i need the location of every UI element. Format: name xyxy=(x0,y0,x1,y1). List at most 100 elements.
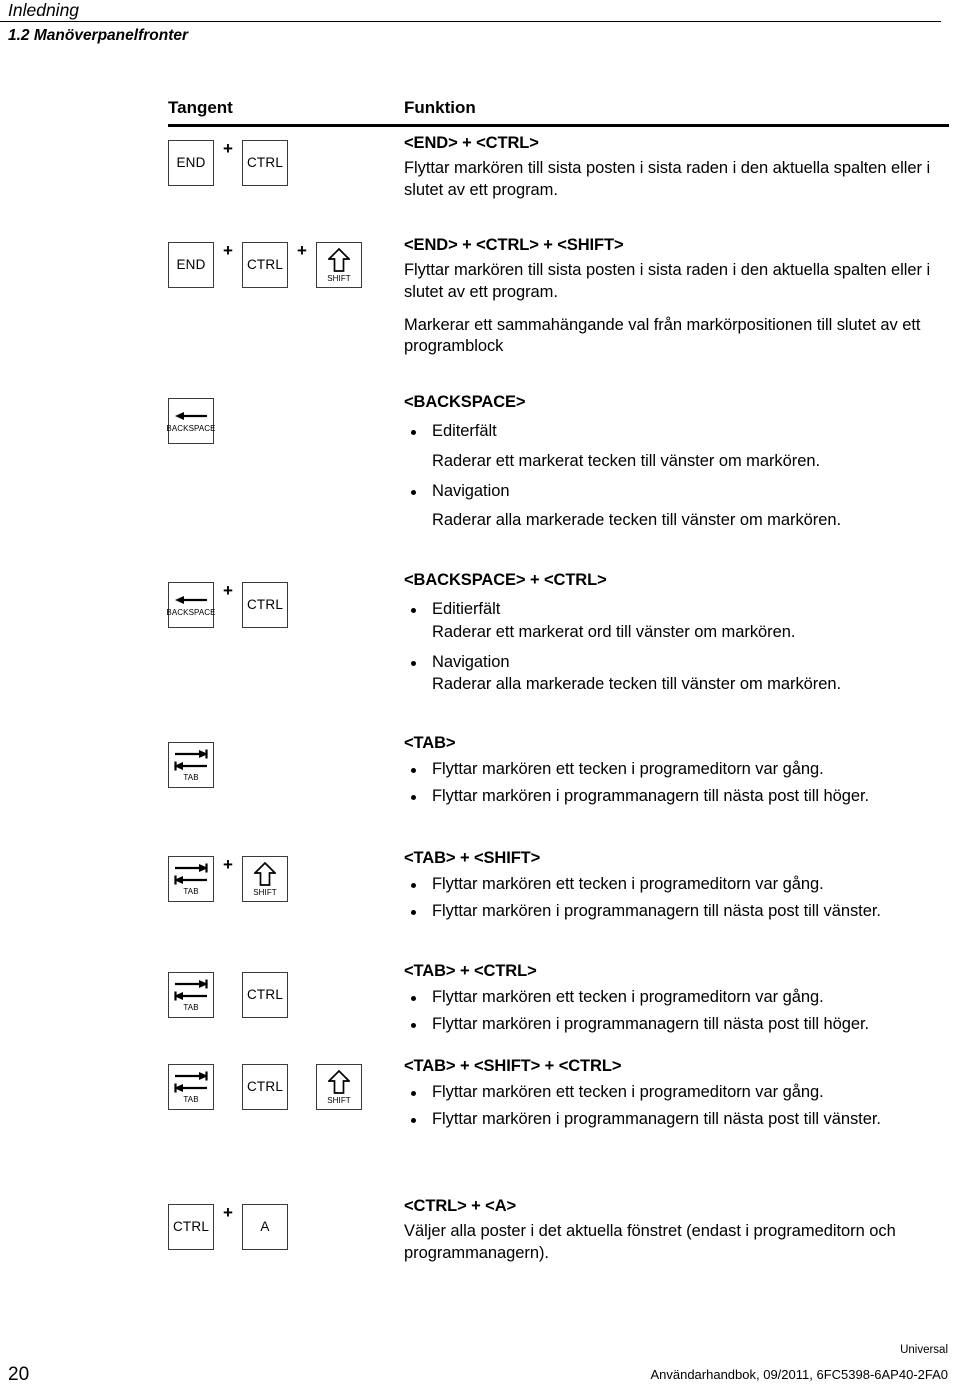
function-bullet-detail: Raderar alla markerade tecken till vänst… xyxy=(432,511,842,530)
function-bullet: Editierfält xyxy=(404,599,952,621)
key-end-key: END xyxy=(168,140,214,186)
function-bullet: Editerfält xyxy=(404,421,952,443)
key-a-key: A xyxy=(242,1204,288,1250)
key-shift-key: SHIFT xyxy=(242,856,288,902)
header-divider xyxy=(0,21,941,22)
function-title: <END> + <CTRL> + <SHIFT> xyxy=(404,236,624,254)
function-bullet: Flyttar markören ett tecken i programedi… xyxy=(404,759,952,781)
key-combination: TAB CTRL xyxy=(168,972,288,1018)
function-bullet: Flyttar markören i programmanagern till … xyxy=(404,1109,952,1131)
plus-separator-icon: + xyxy=(297,241,307,260)
key-tab-key: TAB xyxy=(168,1064,214,1110)
function-title: <TAB> + <CTRL> xyxy=(404,962,537,980)
function-bullet-detail: Raderar alla markerade tecken till vänst… xyxy=(432,675,842,694)
key-caption: BACKSPACE xyxy=(166,423,216,433)
key-shift-key: SHIFT xyxy=(316,1064,362,1110)
function-paragraph: Väljer alla poster i det aktuella fönstr… xyxy=(404,1221,896,1262)
key-caption: TAB xyxy=(183,1002,199,1012)
key-backspace-key: BACKSPACE xyxy=(166,398,216,444)
key-ctrl-key: CTRL xyxy=(242,140,288,186)
function-bullet: Navigation xyxy=(404,652,952,674)
plus-separator-icon: + xyxy=(223,581,233,600)
key-backspace-key: BACKSPACE xyxy=(166,582,216,628)
footer-universal-label: Universal xyxy=(900,1344,948,1356)
key-caption: TAB xyxy=(183,772,199,782)
key-caption: A xyxy=(260,1219,270,1235)
function-description: <TAB> + <CTRL> Flyttar markören ett tecke… xyxy=(404,961,952,1036)
header-chapter-title: Inledning xyxy=(8,0,80,20)
function-title: <BACKSPACE> xyxy=(404,393,526,411)
function-title: <BACKSPACE> + <CTRL> xyxy=(404,571,607,589)
key-ctrl-key: CTRL xyxy=(242,1064,288,1110)
function-paragraph: Flyttar markören till sista posten i sis… xyxy=(404,260,931,301)
plus-separator-icon: + xyxy=(223,1203,233,1222)
key-combination: BACKSPACE + CTRL xyxy=(166,581,288,628)
plus-separator-icon: + xyxy=(223,139,233,158)
function-bullet: Flyttar markören i programmanagern till … xyxy=(404,1014,952,1036)
key-combination: BACKSPACE xyxy=(166,398,216,444)
key-caption: TAB xyxy=(183,886,199,896)
key-combination: CTRL + A xyxy=(168,1204,288,1250)
key-tab-arrow-icon xyxy=(172,863,210,885)
key-combination: END + CTRL + SHIFT xyxy=(168,242,362,288)
key-tab-arrow-icon xyxy=(172,1071,210,1093)
function-paragraph: Markerar ett sammahängande val från mark… xyxy=(404,315,921,356)
key-ctrl-key: CTRL xyxy=(242,582,288,628)
key-caption: CTRL xyxy=(246,987,284,1003)
key-caption: BACKSPACE xyxy=(166,607,216,617)
key-shift-arrow-icon xyxy=(254,861,276,886)
key-combination: END + CTRL xyxy=(168,140,288,186)
key-ctrl-key: CTRL xyxy=(242,242,288,288)
footer-page-number: 20 xyxy=(8,1364,30,1385)
function-bullet: Flyttar markören i programmanagern till … xyxy=(404,901,952,923)
function-title: <TAB> + <SHIFT> + <CTRL> xyxy=(404,1057,622,1075)
column-header-funktion: Funktion xyxy=(404,98,476,117)
key-backspace-arrow-icon xyxy=(173,594,209,606)
key-shift-arrow-icon xyxy=(328,247,350,272)
key-tab-key: TAB xyxy=(168,856,214,902)
key-tab-arrow-icon xyxy=(172,749,210,771)
key-caption: CTRL xyxy=(172,1219,210,1235)
key-caption: SHIFT xyxy=(327,273,351,283)
function-title: <TAB> xyxy=(404,734,456,752)
key-caption: CTRL xyxy=(246,1079,284,1095)
key-caption: END xyxy=(176,257,206,273)
plus-separator-icon: + xyxy=(223,855,233,874)
function-title: <END> + <CTRL> xyxy=(404,134,539,152)
function-bullet: Flyttar markören ett tecken i programedi… xyxy=(404,987,952,1009)
key-tab-arrow-icon xyxy=(172,979,210,1001)
function-description: <TAB> + <SHIFT> Flyttar markören ett teck… xyxy=(404,848,952,923)
key-caption: CTRL xyxy=(246,155,284,171)
function-description: <TAB> + <SHIFT> + <CTRL> Flyttar markören… xyxy=(404,1056,952,1131)
key-caption: CTRL xyxy=(246,257,284,273)
key-tab-key: TAB xyxy=(168,742,214,788)
function-title: <CTRL> + <A> xyxy=(404,1197,517,1215)
function-title: <TAB> + <SHIFT> xyxy=(404,849,541,867)
table-header-divider xyxy=(168,124,949,127)
key-shift-arrow-icon xyxy=(328,1069,350,1094)
key-caption: SHIFT xyxy=(253,887,277,897)
key-caption: END xyxy=(176,155,206,171)
plus-separator-icon: + xyxy=(223,241,233,260)
key-combination: TAB xyxy=(168,742,214,788)
key-combination: TAB CTRL SHIFT xyxy=(168,1064,362,1110)
function-bullet: Navigation xyxy=(404,481,952,503)
key-caption: CTRL xyxy=(246,597,284,613)
column-header-tangent: Tangent xyxy=(168,98,233,117)
function-bullet: Flyttar markören ett tecken i programedi… xyxy=(404,874,952,896)
function-bullet-detail: Raderar ett markerat ord till vänster om… xyxy=(432,622,796,641)
key-caption: SHIFT xyxy=(327,1095,351,1105)
function-description: <END> + <CTRL> Flyttar markören till sist… xyxy=(404,133,952,202)
function-description: <CTRL> + <A> Väljer alla poster i det akt… xyxy=(404,1196,952,1265)
key-end-key: END xyxy=(168,242,214,288)
key-caption: TAB xyxy=(183,1094,199,1104)
key-ctrl-key: CTRL xyxy=(168,1204,214,1250)
header-section-title: 1.2 Manöverpanelfronter xyxy=(8,27,189,44)
function-paragraph: Flyttar markören till sista posten i sis… xyxy=(404,158,931,199)
function-description: <BACKSPACE> + <CTRL> Editierfält Raderar e… xyxy=(404,570,952,696)
key-ctrl-key: CTRL xyxy=(242,972,288,1018)
key-tab-key: TAB xyxy=(168,972,214,1018)
function-bullet: Flyttar markören i programmanagern till … xyxy=(404,786,952,808)
function-bullet-detail: Raderar ett markerat tecken till vänster… xyxy=(432,451,820,470)
function-description: <TAB> Flyttar markören ett tecken i progr… xyxy=(404,733,952,808)
